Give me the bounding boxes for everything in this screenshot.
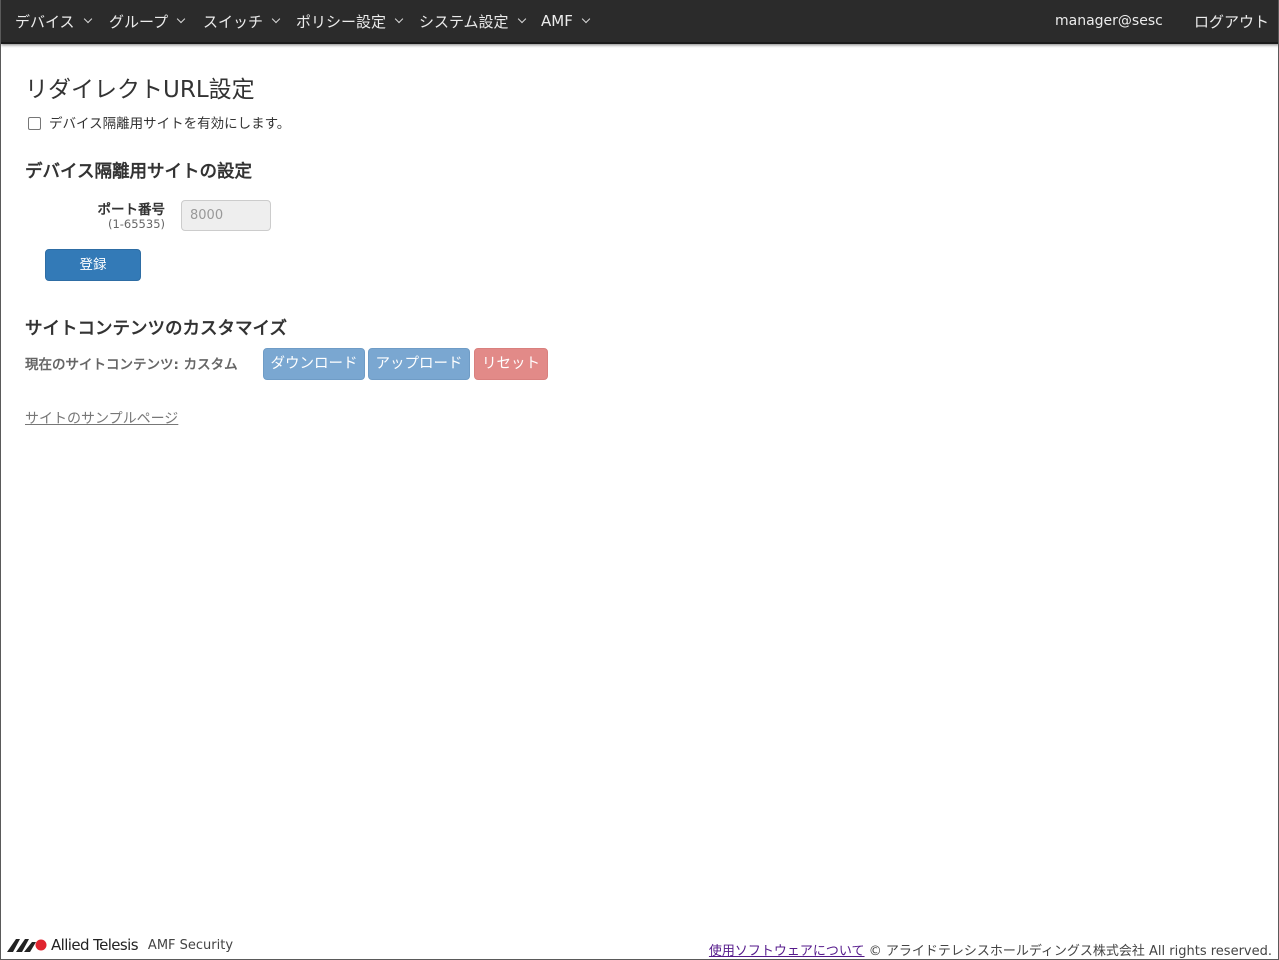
footer-logo: Allied Telesis AMF Security xyxy=(7,936,233,954)
top-navbar: デバイス グループ スイッチ ポリシー設定 システム設定 AMF manager… xyxy=(1,0,1278,44)
allied-telesis-logo-icon xyxy=(7,939,47,952)
nav-menu-label: グループ xyxy=(109,12,169,31)
sample-page-link[interactable]: サイトのサンプルページ xyxy=(25,408,178,428)
product-name: AMF Security xyxy=(147,937,234,953)
register-button[interactable]: 登録 xyxy=(45,249,141,281)
port-range-hint: (1-65535) xyxy=(107,217,165,231)
chevron-down-icon xyxy=(83,14,92,24)
chevron-down-icon xyxy=(271,14,281,24)
chevron-down-icon xyxy=(394,14,404,24)
logout-link[interactable]: ログアウト xyxy=(1194,0,1269,42)
nav-menu-label: ポリシー設定 xyxy=(296,12,387,31)
nav-menu-label: デバイス xyxy=(15,12,75,31)
brand-name: Allied Telesis xyxy=(51,936,139,954)
copyright-text: © アライドテレシスホールディングス株式会社 All rights reserv… xyxy=(868,944,1272,959)
footer-info: 使用ソフトウェアについて © アライドテレシスホールディングス株式会社 All … xyxy=(709,940,1272,959)
nav-menu-label: スイッチ xyxy=(203,12,264,31)
nav-menu-label: AMF xyxy=(541,12,573,30)
port-number-input[interactable]: 8000 xyxy=(181,200,271,231)
enable-isolation-site-checkbox[interactable] xyxy=(28,116,41,130)
chevron-down-icon xyxy=(517,14,526,24)
enable-isolation-site-label[interactable]: デバイス隔離用サイトを有効にします。 xyxy=(49,112,290,132)
current-site-content-label: 現在のサイトコンテンツ: カスタム xyxy=(25,357,238,373)
site-content-customize-heading: サイトコンテンツのカスタマイズ xyxy=(25,319,287,339)
nav-menu-label: システム設定 xyxy=(419,12,509,31)
nav-menu-amf[interactable]: AMF xyxy=(541,0,591,42)
nav-menu-system-settings[interactable]: システム設定 xyxy=(419,0,526,42)
chevron-down-icon xyxy=(176,14,186,24)
site-settings-heading: デバイス隔離用サイトの設定 xyxy=(25,162,252,182)
page-title: リダイレクトURL設定 xyxy=(25,77,255,103)
nav-menu-groups[interactable]: グループ xyxy=(109,0,186,42)
enable-isolation-site-row: デバイス隔離用サイトを有効にします。 xyxy=(28,112,290,132)
nav-menu-devices[interactable]: デバイス xyxy=(15,0,92,42)
nav-menu-switches[interactable]: スイッチ xyxy=(203,0,281,42)
nav-menu-policy-settings[interactable]: ポリシー設定 xyxy=(296,0,404,42)
reset-button[interactable]: リセット xyxy=(474,348,548,380)
upload-button[interactable]: アップロード xyxy=(368,348,470,380)
app-window: デバイス グループ スイッチ ポリシー設定 システム設定 AMF manager… xyxy=(0,0,1279,960)
software-info-link[interactable]: 使用ソフトウェアについて xyxy=(709,944,865,959)
chevron-down-icon xyxy=(581,14,591,24)
port-number-label: ポート番号 xyxy=(97,202,166,218)
nav-user-name[interactable]: manager@sesc xyxy=(1055,0,1163,42)
download-button[interactable]: ダウンロード xyxy=(263,348,365,380)
